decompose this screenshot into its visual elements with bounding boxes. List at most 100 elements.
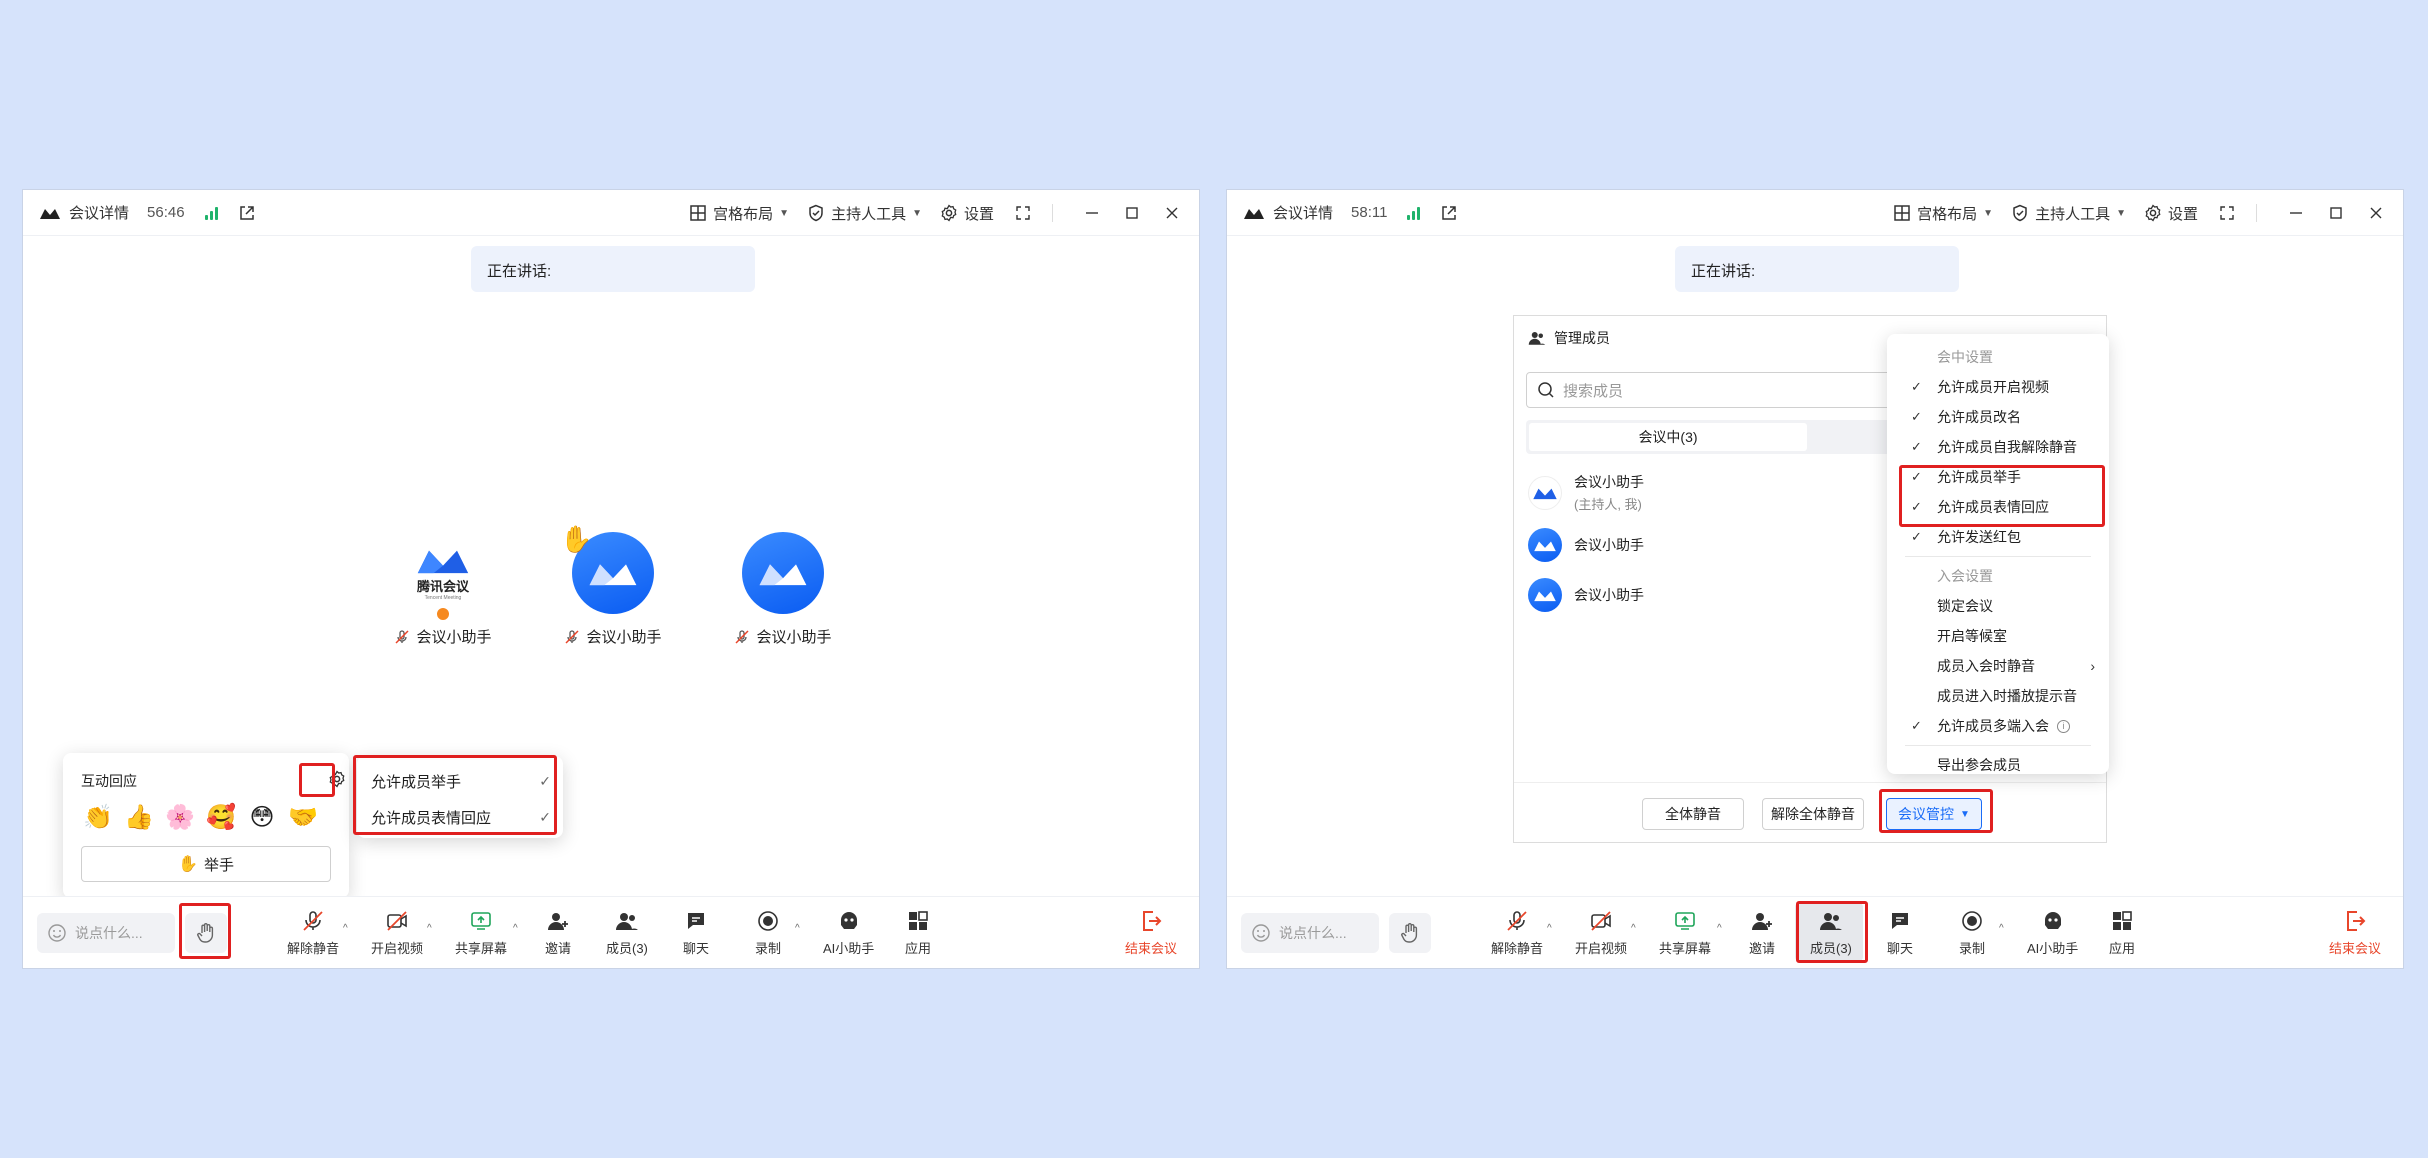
unmute-button[interactable]: 解除静音 [287, 909, 339, 957]
emoji-clap-button[interactable]: 👏 [81, 803, 115, 832]
invite-button[interactable]: 邀请 [1749, 909, 1775, 957]
apps-button[interactable]: 应用 [905, 909, 931, 957]
emoji-handshake-button[interactable]: 🤝 [286, 803, 320, 832]
minimize-button[interactable] [1081, 202, 1103, 224]
menu-item-label: 允许成员多端入会 [1937, 718, 2049, 734]
end-meeting-button[interactable]: 结束会议 [1125, 909, 1177, 957]
chat-button[interactable]: 聊天 [1887, 909, 1913, 957]
avatar [1528, 528, 1562, 562]
signal-strength-icon [204, 206, 218, 220]
chat-button[interactable]: 聊天 [683, 909, 709, 957]
participant-tile[interactable]: 腾讯会议 Tencent Meeting 会议小助手 [368, 532, 518, 647]
apps-icon [909, 911, 928, 930]
menu-item-label: 允许成员表情回应 [1937, 499, 2049, 515]
video-button[interactable]: 开启视频 [371, 909, 423, 957]
chevron-up-icon[interactable]: ^ [1999, 923, 2004, 934]
chevron-up-icon[interactable]: ^ [1547, 923, 1552, 934]
ai-assistant-button[interactable]: AI小助手 [823, 909, 874, 957]
raise-hand-button[interactable]: ✋ 举手 [81, 846, 331, 882]
members-button[interactable]: 成员(3) [1810, 909, 1852, 957]
menu-item-allow-raise-hand[interactable]: 允许成员举手 ✓ [371, 768, 551, 794]
chevron-up-icon[interactable]: ^ [1631, 923, 1636, 934]
emoji-love-button[interactable]: 🥰 [204, 803, 238, 832]
speaking-indicator: 正在讲话: [471, 246, 755, 292]
share-screen-button[interactable]: 共享屏幕 [1659, 909, 1711, 957]
unmute-button[interactable]: 解除静音 [1491, 909, 1543, 957]
avatar [1528, 475, 1562, 510]
member-row[interactable]: 会议小助手 [1528, 528, 1644, 562]
emoji-flushed-button[interactable]: 😳 [245, 803, 279, 832]
unmute-all-button[interactable]: 解除全体静音 [1762, 798, 1864, 830]
settings-button[interactable]: 设置 [2144, 203, 2198, 224]
record-button[interactable]: 录制 [755, 909, 781, 957]
menu-item-allow-reactions[interactable]: ✓ 允许成员表情回应 [1887, 492, 2109, 522]
chat-input[interactable]: 说点什么... [37, 913, 175, 953]
maximize-button[interactable] [1121, 202, 1143, 224]
menu-item-allow-reactions[interactable]: 允许成员表情回应 ✓ [371, 804, 551, 830]
end-meeting-button[interactable]: 结束会议 [2329, 909, 2381, 957]
search-members-input[interactable]: 搜索成员 [1526, 372, 1926, 408]
record-button[interactable]: 录制 [1959, 909, 1985, 957]
close-icon [2370, 207, 2382, 219]
menu-item-lock-meeting[interactable]: 锁定会议 [1887, 591, 2109, 621]
reactions-button[interactable] [1389, 913, 1431, 953]
chevron-up-icon[interactable]: ^ [1717, 923, 1722, 934]
host-tools-button[interactable]: 主持人工具 ▼ [807, 203, 922, 224]
reaction-settings-button[interactable] [325, 767, 349, 791]
avatar [1528, 578, 1562, 612]
host-tools-button[interactable]: 主持人工具 ▼ [2011, 203, 2126, 224]
menu-item-allow-rename[interactable]: ✓ 允许成员改名 [1887, 402, 2109, 432]
menu-item-multi-device[interactable]: ✓ 允许成员多端入会 i [1887, 711, 2109, 741]
share-label: 共享屏幕 [455, 941, 508, 956]
participant-tile[interactable]: 会议小助手 [708, 532, 858, 647]
reactions-button[interactable] [185, 913, 227, 953]
chat-input[interactable]: 说点什么... [1241, 913, 1379, 953]
grid-layout-button[interactable]: 宫格布局 ▼ [1893, 203, 1993, 224]
external-link-icon[interactable] [1440, 204, 1458, 222]
menu-item-mute-on-join[interactable]: 成员入会时静音 › [1887, 651, 2109, 681]
menu-item-export-members[interactable]: 导出参会成员 [1887, 750, 2109, 780]
invite-button[interactable]: 邀请 [545, 909, 571, 957]
check-icon: ✓ [1911, 469, 1922, 484]
members-button[interactable]: 成员(3) [606, 909, 648, 957]
chevron-up-icon[interactable]: ^ [795, 923, 800, 934]
chat-placeholder: 说点什么... [75, 925, 143, 941]
maximize-button[interactable] [2325, 202, 2347, 224]
fullscreen-button[interactable] [1012, 202, 1034, 224]
ai-assistant-button[interactable]: AI小助手 [2027, 909, 2078, 957]
menu-item-waiting-room[interactable]: 开启等候室 [1887, 621, 2109, 651]
member-row[interactable]: 会议小助手 [1528, 578, 1644, 612]
apps-button[interactable]: 应用 [2109, 909, 2135, 957]
settings-button[interactable]: 设置 [940, 203, 994, 224]
avatar [742, 532, 824, 614]
member-row[interactable]: 会议小助手 (主持人, 我) [1528, 472, 1644, 513]
share-screen-icon [1675, 912, 1695, 930]
ai-robot-icon [840, 912, 857, 929]
mute-all-button[interactable]: 全体静音 [1642, 798, 1744, 830]
chevron-up-icon[interactable]: ^ [343, 923, 348, 934]
share-screen-button[interactable]: 共享屏幕 [455, 909, 507, 957]
menu-item-allow-raise-hand[interactable]: ✓ 允许成员举手 [1887, 462, 2109, 492]
participant-tile[interactable]: ✋ 会议小助手 [538, 524, 688, 647]
close-button[interactable] [1161, 202, 1183, 224]
tab-in-meeting[interactable]: 会议中(3) [1529, 423, 1807, 451]
minimize-button[interactable] [2285, 202, 2307, 224]
meeting-details-link[interactable]: 会议详情 [69, 202, 129, 223]
meeting-details-link[interactable]: 会议详情 [1273, 202, 1333, 223]
menu-item-allow-red-packet[interactable]: ✓ 允许发送红包 [1887, 522, 2109, 552]
meeting-control-button[interactable]: 会议管控 ▼ [1886, 798, 1982, 830]
chevron-up-icon[interactable]: ^ [427, 923, 432, 934]
emoji-thumbsup-button[interactable]: 👍 [122, 803, 156, 832]
video-button[interactable]: 开启视频 [1575, 909, 1627, 957]
close-button[interactable] [2365, 202, 2387, 224]
menu-item-allow-self-unmute[interactable]: ✓ 允许成员自我解除静音 [1887, 432, 2109, 462]
chevron-up-icon[interactable]: ^ [513, 923, 518, 934]
menu-item-allow-video[interactable]: ✓ 允许成员开启视频 [1887, 372, 2109, 402]
reaction-settings-menu: 允许成员举手 ✓ 允许成员表情回应 ✓ [357, 756, 563, 838]
external-link-icon[interactable] [238, 204, 256, 222]
grid-icon [1894, 205, 1910, 221]
menu-item-join-sound[interactable]: 成员进入时播放提示音 [1887, 681, 2109, 711]
fullscreen-button[interactable] [2216, 202, 2238, 224]
emoji-flower-button[interactable]: 🌸 [163, 803, 197, 832]
grid-layout-button[interactable]: 宫格布局 ▼ [689, 203, 789, 224]
